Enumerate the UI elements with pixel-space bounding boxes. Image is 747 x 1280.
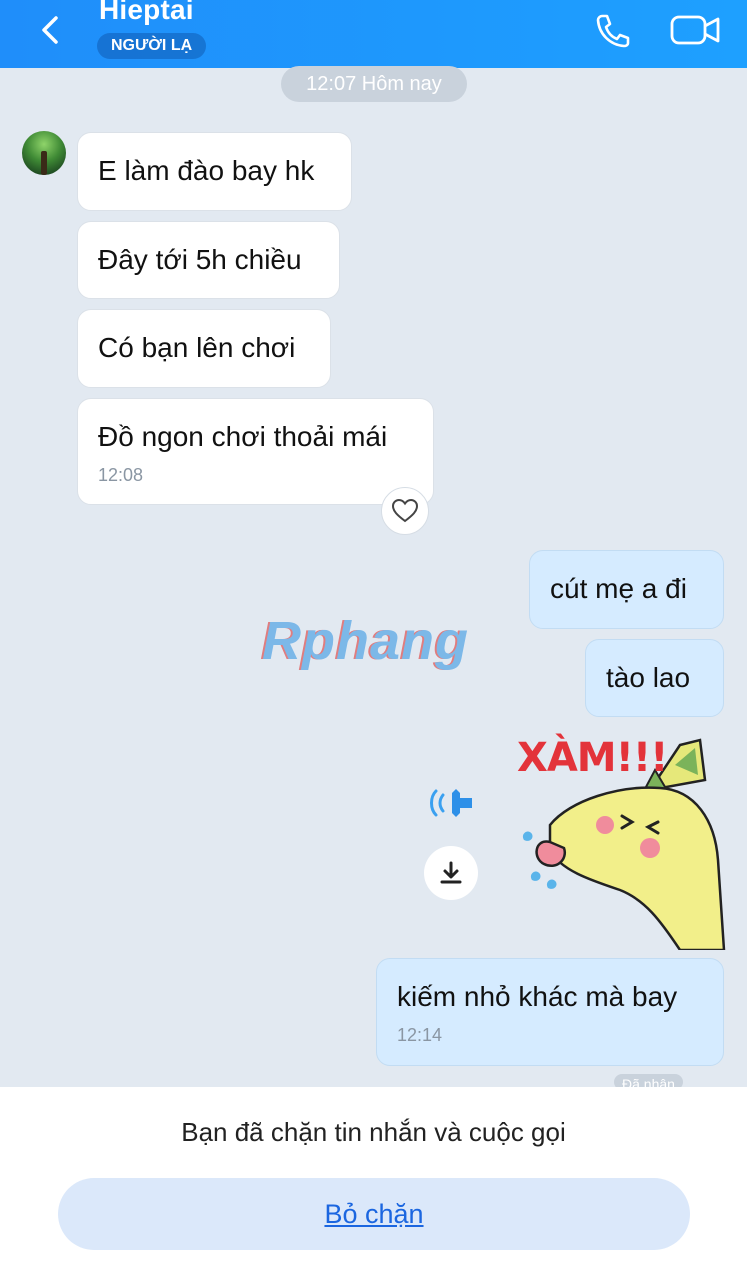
message-time: 12:14	[397, 1025, 443, 1045]
react-button[interactable]	[381, 487, 429, 535]
message-text: Có bạn lên chơi	[98, 332, 296, 363]
incoming-message[interactable]: Đồ ngon chơi thoải mái 12:08	[77, 398, 434, 505]
message-time: 12:08	[98, 465, 144, 485]
outgoing-message[interactable]: tào lao	[585, 639, 724, 717]
message-text: Đây tới 5h chiều	[98, 244, 302, 275]
video-call-button[interactable]	[668, 8, 724, 52]
message-text: Đồ ngon chơi thoải mái	[98, 421, 388, 452]
voice-call-button[interactable]	[590, 8, 634, 52]
contact-avatar[interactable]	[22, 131, 66, 175]
heart-icon	[391, 498, 419, 523]
incoming-message[interactable]: Có bạn lên chơi	[77, 309, 331, 388]
outgoing-message[interactable]: cút mẹ a đi	[529, 550, 724, 629]
sticker-download-button[interactable]	[424, 846, 478, 900]
sticker-caption: XÀM!!!	[517, 735, 668, 781]
watermark: Rphang	[262, 611, 469, 671]
incoming-message[interactable]: Đây tới 5h chiều	[77, 221, 340, 299]
stranger-badge: NGƯỜI LẠ	[97, 33, 207, 59]
download-icon	[440, 861, 462, 884]
blocked-message: Bạn đã chặn tin nhắn và cuộc gọi	[181, 1117, 566, 1147]
sticker-sound-button[interactable]	[424, 781, 482, 825]
phone-icon	[596, 14, 630, 48]
message-text: E làm đào bay hk	[98, 155, 315, 186]
message-text: tào lao	[606, 662, 691, 693]
time-divider: 12:07 Hôm nay	[281, 66, 467, 102]
chat-header: Hieptai NGƯỜI LẠ	[0, 0, 747, 68]
back-button[interactable]	[30, 8, 74, 52]
message-text: kiếm nhỏ khác mà bay	[397, 981, 678, 1012]
blocked-panel: Bạn đã chặn tin nhắn và cuộc gọi Bỏ chặn	[0, 1087, 747, 1280]
video-camera-icon	[670, 15, 720, 45]
chevron-left-icon	[42, 16, 58, 44]
speaker-icon	[430, 789, 472, 817]
incoming-message[interactable]: E làm đào bay hk	[77, 132, 352, 211]
message-text: cút mẹ a đi	[550, 573, 687, 604]
unblock-button[interactable]: Bỏ chặn	[58, 1178, 690, 1250]
outgoing-message[interactable]: kiếm nhỏ khác mà bay 12:14	[376, 958, 724, 1066]
contact-name[interactable]: Hieptai	[99, 0, 194, 26]
